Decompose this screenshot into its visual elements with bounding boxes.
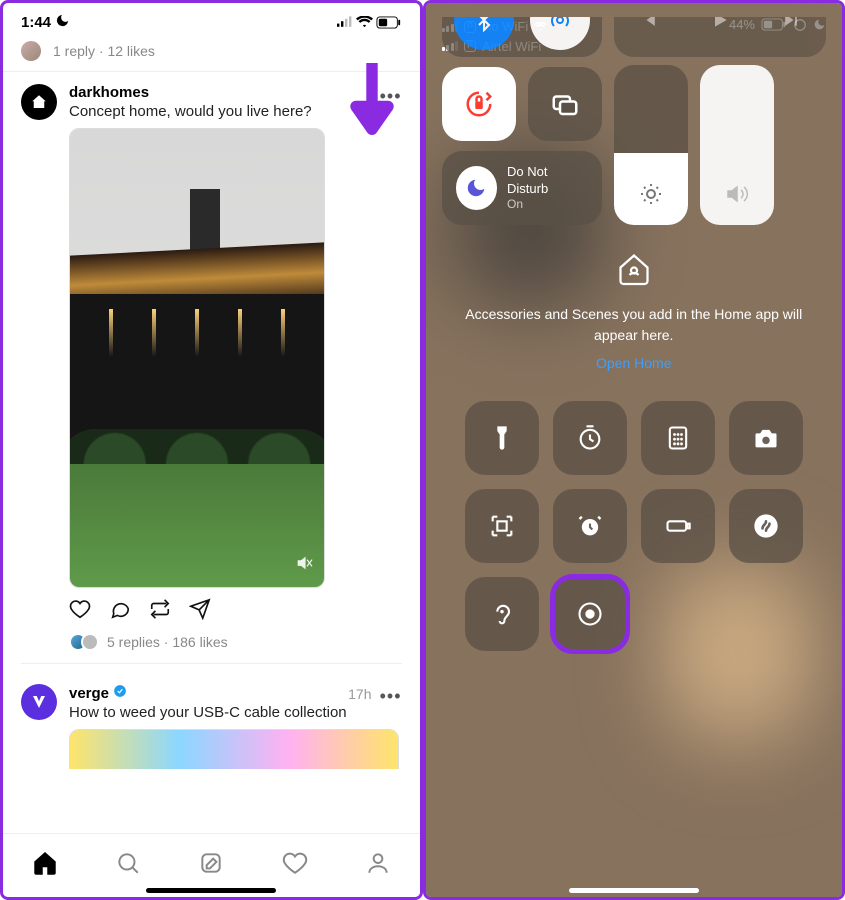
timer-button[interactable]	[553, 401, 627, 475]
nav-search[interactable]	[115, 850, 141, 881]
home-message: Accessories and Scenes you add in the Ho…	[454, 304, 815, 347]
wifi-icon	[356, 16, 373, 29]
status-time: 1:44	[21, 14, 51, 31]
nav-activity[interactable]	[282, 850, 308, 881]
avatar-darkhomes[interactable]	[21, 84, 57, 120]
reply-avatar	[21, 41, 41, 61]
rotation-lock-toggle[interactable]	[442, 67, 516, 141]
phone-right-control-center: PJio WiFi PAirtel WiFi 44%	[423, 0, 845, 900]
home-indicator[interactable]	[569, 888, 699, 893]
like-button[interactable]	[69, 598, 91, 625]
username[interactable]: verge	[69, 685, 109, 702]
home-icon	[616, 251, 652, 287]
cc-shortcut-grid	[442, 401, 827, 651]
brightness-slider[interactable]	[614, 65, 688, 225]
calculator-button[interactable]	[641, 401, 715, 475]
dnd-state: On	[507, 197, 587, 212]
home-section: Accessories and Scenes you add in the Ho…	[454, 251, 815, 375]
nav-profile[interactable]	[365, 850, 391, 881]
home-indicator[interactable]	[146, 888, 276, 893]
sun-icon	[639, 182, 663, 211]
screen-mirroring-button[interactable]	[528, 67, 602, 141]
bluetooth-toggle[interactable]	[454, 17, 514, 50]
status-bar: 1:44	[3, 3, 420, 37]
status-icons-right	[337, 16, 402, 29]
repost-button[interactable]	[149, 598, 171, 625]
focus-dnd-toggle[interactable]: Do Not Disturb On	[442, 151, 602, 225]
speaker-icon	[725, 182, 749, 211]
comment-button[interactable]	[109, 598, 131, 625]
post-media-video[interactable]	[69, 128, 325, 588]
post-stats[interactable]: 5 replies · 186 likes	[69, 633, 402, 651]
verified-icon	[113, 684, 127, 702]
screen-record-button[interactable]	[553, 577, 627, 651]
reply-summary-text: 1 reply · 12 likes	[53, 43, 155, 59]
qr-scan-button[interactable]	[465, 489, 539, 563]
open-home-link[interactable]: Open Home	[596, 353, 671, 375]
mute-icon[interactable]	[296, 554, 314, 577]
dnd-title: Do Not Disturb	[507, 164, 587, 197]
repliers-avatars	[69, 633, 99, 651]
avatar-verge[interactable]	[21, 684, 57, 720]
camera-button[interactable]	[729, 401, 803, 475]
dnd-moon-icon	[55, 13, 70, 32]
music-controls[interactable]	[614, 17, 827, 57]
post-text: How to weed your USB-C cable collection	[69, 704, 402, 721]
shazam-button[interactable]	[729, 489, 803, 563]
share-button[interactable]	[189, 598, 211, 625]
low-power-button[interactable]	[641, 489, 715, 563]
post-time: 17h	[348, 686, 371, 702]
post-verge: 17h ••• verge How to weed your USB-C cab…	[3, 672, 420, 777]
post-actions	[69, 598, 402, 625]
post-more-button[interactable]: •••	[380, 686, 402, 707]
annotation-arrow	[348, 63, 396, 148]
flashlight-button[interactable]	[465, 401, 539, 475]
hearing-button[interactable]	[465, 577, 539, 651]
phone-left-feed: 1:44 1 reply · 12 likes ••• darkhomes Co…	[0, 0, 423, 900]
cellular-icon	[337, 16, 353, 28]
volume-slider[interactable]	[700, 65, 774, 225]
airdrop-toggle[interactable]	[530, 17, 590, 50]
post-darkhomes: ••• darkhomes Concept home, would you li…	[3, 72, 420, 672]
moon-icon	[456, 166, 498, 210]
nav-compose[interactable]	[198, 850, 224, 881]
alarm-button[interactable]	[553, 489, 627, 563]
post-media-thumb[interactable]	[69, 729, 399, 769]
battery-icon	[376, 16, 402, 29]
nav-home[interactable]	[32, 850, 58, 881]
